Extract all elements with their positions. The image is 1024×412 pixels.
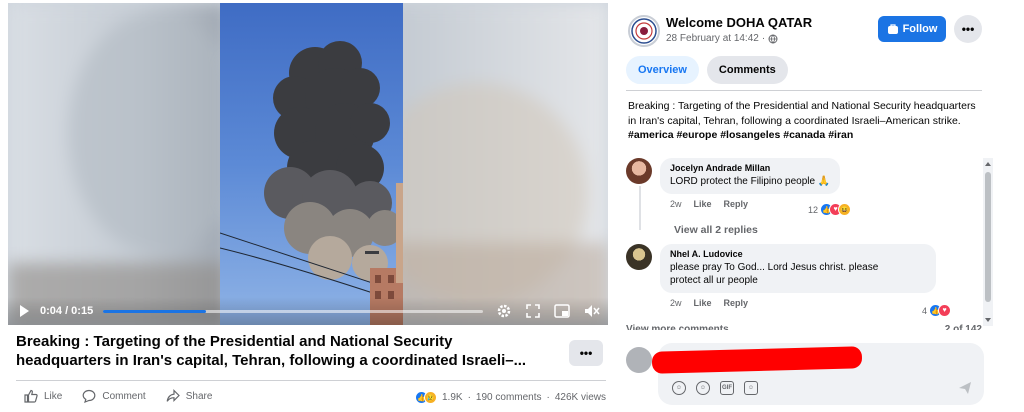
- write-comment-box: ☺ ☺ GIF ☺: [626, 343, 984, 405]
- picture-in-picture-icon[interactable]: [554, 304, 570, 318]
- comment-bubble: Nhel A. Ludovice please pray To God... L…: [660, 244, 936, 293]
- comment-time[interactable]: 2w: [670, 298, 682, 308]
- panel-divider: [626, 90, 982, 91]
- view-replies-link[interactable]: View all 2 replies: [674, 224, 758, 236]
- comment-reply-button[interactable]: Reply: [724, 298, 749, 308]
- post-date[interactable]: 28 February at 14:42: [666, 33, 759, 44]
- comment-text-line-2: protect all ur people: [670, 275, 758, 286]
- comment-author[interactable]: Jocelyn Andrade Millan: [670, 163, 830, 173]
- comment-label: Comment: [102, 390, 146, 402]
- tab-overview[interactable]: Overview: [626, 56, 699, 84]
- comment-item: Jocelyn Andrade Millan LORD protect the …: [626, 158, 852, 216]
- stats-separator: ·: [467, 392, 471, 403]
- comment-text: LORD protect the Filipino people 🙏: [670, 176, 831, 187]
- follow-button[interactable]: Follow: [878, 16, 946, 42]
- send-icon[interactable]: [958, 381, 972, 395]
- love-reaction-icon: ♥: [938, 304, 952, 317]
- post-description-text: Breaking : Targeting of the Presidential…: [628, 100, 976, 127]
- video-progress-fill: [103, 309, 206, 313]
- speech-bubble-icon: [82, 389, 96, 403]
- scrollbar-thumb[interactable]: [985, 172, 991, 302]
- page-logo-icon: [631, 18, 657, 44]
- video-controls: 0:04 / 0:15: [8, 297, 608, 325]
- commenter-avatar[interactable]: [626, 158, 652, 184]
- comment-text: please pray To God... Lord Jesus christ.…: [670, 261, 926, 287]
- post-meta: 28 February at 14:42 ·: [666, 33, 778, 44]
- globe-icon: [768, 34, 778, 44]
- emoji-icon[interactable]: ☺: [696, 381, 710, 395]
- comment-button[interactable]: Comment: [82, 389, 146, 403]
- post-description: Breaking : Targeting of the Presidential…: [628, 99, 984, 143]
- meta-separator: ·: [761, 33, 766, 44]
- comment-actions: 2w Like Reply: [670, 298, 936, 308]
- comment-text-line-1: please pray To God... Lord Jesus christ.…: [670, 262, 879, 273]
- comment-reactions[interactable]: 12 👍 ♥ 😆: [808, 203, 852, 216]
- tab-comments[interactable]: Comments: [706, 56, 788, 84]
- thumbs-up-icon: [24, 389, 38, 403]
- follow-label: Follow: [902, 23, 938, 35]
- scroll-down-arrow-icon[interactable]: [985, 318, 991, 322]
- comment-like-button[interactable]: Like: [694, 298, 712, 308]
- comments-list: Jocelyn Andrade Millan LORD protect the …: [626, 156, 996, 328]
- view-more-comments[interactable]: View more comments 2 of 142: [626, 324, 982, 330]
- post-stats: 👍 😢 1.9K · 190 comments · 426K views: [415, 391, 606, 404]
- comment-input-tools: ☺ ☺ GIF ☺: [672, 381, 758, 395]
- video-time: 0:04 / 0:15: [40, 305, 94, 317]
- post-action-bar: Like Comment Share: [24, 389, 212, 403]
- stats-separator: ·: [546, 392, 550, 403]
- video-frame: [220, 3, 403, 325]
- post-title-line-1: Breaking : Targeting of the Presidential…: [16, 333, 453, 350]
- like-label: Like: [44, 390, 63, 402]
- page-more-button[interactable]: •••: [954, 15, 982, 43]
- video-player[interactable]: 0:04 / 0:15: [8, 3, 608, 325]
- reaction-count[interactable]: 1.9K: [442, 392, 463, 403]
- post-title-line-2: headquarters in Iran's capital, Tehran, …: [16, 352, 527, 369]
- share-label: Share: [185, 390, 213, 402]
- video-progress-bar[interactable]: [103, 309, 484, 313]
- comment-reaction-count: 4: [922, 305, 928, 316]
- sad-reaction-icon: 😢: [424, 391, 437, 404]
- share-arrow-icon: [166, 389, 180, 402]
- comment-time[interactable]: 2w: [670, 199, 682, 209]
- comment-like-button[interactable]: Like: [694, 199, 712, 209]
- comment-bubble: Jocelyn Andrade Millan LORD protect the …: [660, 158, 841, 194]
- sticker-icon[interactable]: ☺: [744, 381, 758, 395]
- reaction-icons[interactable]: 👍 😢: [415, 391, 437, 404]
- page-avatar[interactable]: [628, 15, 660, 47]
- comment-reply-button[interactable]: Reply: [724, 199, 749, 209]
- panel-tabs: Overview Comments: [626, 56, 788, 84]
- share-button[interactable]: Share: [166, 389, 213, 403]
- comment-count[interactable]: 190 comments: [476, 392, 542, 403]
- comment-reactions[interactable]: 4 👍 ♥: [922, 304, 952, 317]
- like-button[interactable]: Like: [24, 389, 62, 403]
- current-user-avatar: [626, 347, 652, 373]
- redaction-mark: [651, 346, 863, 374]
- gif-icon[interactable]: GIF: [720, 381, 734, 395]
- post-divider: [16, 380, 606, 381]
- comments-scrollbar[interactable]: [983, 158, 993, 326]
- post-side-panel: Welcome DOHA QATAR 28 February at 14:42 …: [616, 0, 1024, 412]
- settings-gear-icon[interactable]: [496, 303, 512, 319]
- page-name[interactable]: Welcome DOHA QATAR: [666, 15, 812, 30]
- view-more-comments-label[interactable]: View more comments: [626, 324, 729, 330]
- fullscreen-expand-icon[interactable]: [526, 304, 540, 318]
- scroll-up-arrow-icon[interactable]: [985, 162, 991, 166]
- view-count: 426K views: [554, 392, 606, 403]
- follow-icon: [887, 24, 898, 34]
- post-more-options-button[interactable]: •••: [569, 340, 603, 366]
- play-icon[interactable]: [16, 303, 32, 319]
- post-title: Breaking : Targeting of the Presidential…: [16, 332, 546, 370]
- volume-muted-icon[interactable]: [584, 304, 600, 318]
- haha-reaction-icon: 😆: [838, 203, 852, 216]
- comment-input[interactable]: ☺ ☺ GIF ☺: [651, 343, 984, 405]
- comments-page-count: 2 of 142: [944, 324, 982, 330]
- post-hashtags[interactable]: #america #europe #losangeles #canada #ir…: [628, 129, 853, 141]
- comment-author[interactable]: Nhel A. Ludovice: [670, 249, 926, 259]
- commenter-avatar[interactable]: [626, 244, 652, 270]
- avatar-sticker-icon[interactable]: ☺: [672, 381, 686, 395]
- comment-reaction-count: 12: [808, 204, 819, 215]
- comment-item: Nhel A. Ludovice please pray To God... L…: [626, 244, 952, 317]
